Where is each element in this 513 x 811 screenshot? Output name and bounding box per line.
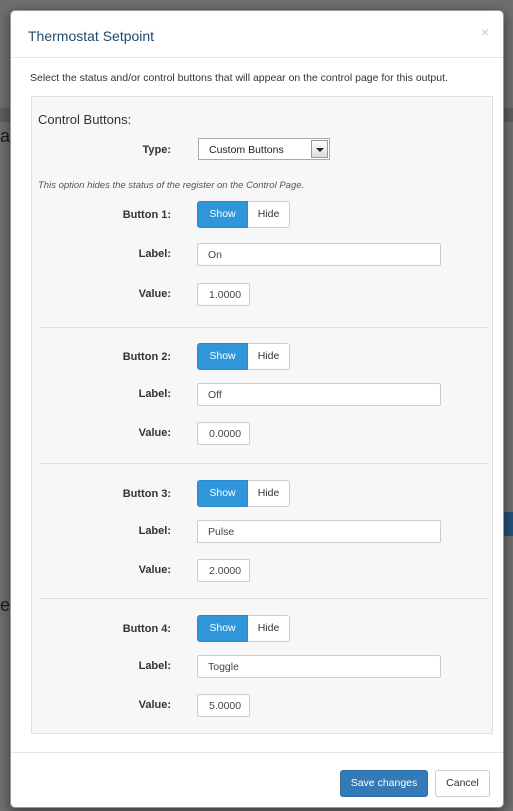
button-1-visibility-toggle: Show Hide: [197, 201, 290, 228]
button-1-show-button[interactable]: Show: [197, 201, 248, 228]
type-select-value: Custom Buttons: [209, 144, 284, 156]
button-4-show-button[interactable]: Show: [197, 615, 248, 642]
button-1-value-input[interactable]: [197, 283, 250, 306]
button-3-label: Button 3:: [122, 488, 171, 500]
section-divider: [39, 327, 487, 328]
type-select[interactable]: Custom Buttons: [198, 138, 330, 160]
background-strip: [503, 108, 513, 122]
button-2-hide-button[interactable]: Hide: [248, 343, 290, 370]
control-buttons-heading: Control Buttons:: [38, 112, 132, 127]
button-2-value-caption: Value:: [138, 427, 171, 439]
button-3-value-caption: Value:: [138, 564, 171, 576]
section-divider: [39, 463, 487, 464]
button-2-visibility-toggle: Show Hide: [197, 343, 290, 370]
button-1-hide-button[interactable]: Hide: [248, 201, 290, 228]
button-3-label-caption: Label:: [138, 525, 171, 537]
button-4-label-caption: Label:: [138, 660, 171, 672]
button-3-label-input[interactable]: [197, 520, 441, 543]
dialog-intro-text: Select the status and/or control buttons…: [30, 72, 448, 84]
footer-divider: [11, 752, 503, 753]
dialog-title: Thermostat Setpoint: [28, 28, 155, 44]
background-text: e: [0, 595, 11, 615]
background-text: a: [0, 126, 11, 146]
button-2-label: Button 2:: [122, 351, 171, 363]
button-3-hide-button[interactable]: Hide: [248, 480, 290, 507]
type-hint-text: This option hides the status of the regi…: [38, 180, 305, 191]
thermostat-setpoint-dialog: Thermostat Setpoint × Select the status …: [10, 10, 504, 808]
button-1-label: Button 1:: [122, 209, 171, 221]
button-2-show-button[interactable]: Show: [197, 343, 248, 370]
button-2-label-input[interactable]: [197, 383, 441, 406]
button-3-value-input[interactable]: [197, 559, 250, 582]
close-icon[interactable]: ×: [481, 25, 489, 39]
type-label: Type:: [142, 144, 171, 156]
chevron-down-icon: [316, 148, 324, 152]
button-1-label-caption: Label:: [138, 248, 171, 260]
button-4-visibility-toggle: Show Hide: [197, 615, 290, 642]
button-3-visibility-toggle: Show Hide: [197, 480, 290, 507]
button-3-show-button[interactable]: Show: [197, 480, 248, 507]
button-2-label-caption: Label:: [138, 388, 171, 400]
button-4-label-input[interactable]: [197, 655, 441, 678]
button-4-value-input[interactable]: [197, 694, 250, 717]
button-4-label: Button 4:: [122, 623, 171, 635]
control-buttons-panel: Control Buttons: Type: Custom Buttons Th…: [31, 96, 493, 734]
cancel-button[interactable]: Cancel: [435, 770, 490, 797]
section-divider: [39, 598, 487, 599]
background-strip: [0, 108, 10, 122]
button-2-value-input[interactable]: [197, 422, 250, 445]
background-strip: [503, 512, 513, 536]
button-1-value-caption: Value:: [138, 288, 171, 300]
button-1-label-input[interactable]: [197, 243, 441, 266]
save-changes-button[interactable]: Save changes: [340, 770, 428, 797]
button-4-hide-button[interactable]: Hide: [248, 615, 290, 642]
dropdown-button[interactable]: [311, 140, 328, 158]
dialog-header: Thermostat Setpoint ×: [11, 11, 503, 58]
button-4-value-caption: Value:: [138, 699, 171, 711]
